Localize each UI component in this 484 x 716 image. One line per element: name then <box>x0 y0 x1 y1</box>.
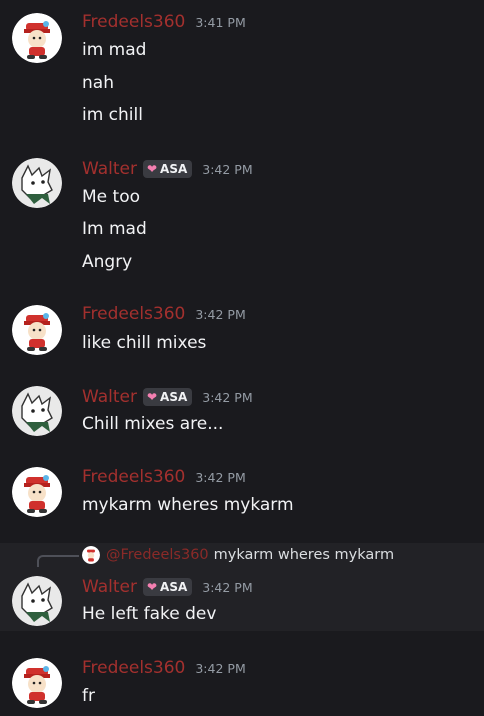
role-tag-label: ASA <box>160 162 188 176</box>
role-tag[interactable]: ❤ ASA <box>142 160 193 178</box>
message-text: im chill <box>82 105 143 125</box>
role-tag[interactable]: ❤ ASA <box>142 388 193 406</box>
username[interactable]: Walter <box>82 387 137 407</box>
role-tag[interactable]: ❤ ASA <box>142 578 193 596</box>
fredeels-avatar-icon[interactable] <box>12 467 62 517</box>
message-text: Chill mixes are... <box>82 414 224 434</box>
role-tag-label: ASA <box>160 580 188 594</box>
pink-heart-icon: ❤ <box>146 162 158 176</box>
message-text: Angry <box>82 252 133 272</box>
timestamp[interactable]: 3:42 PM <box>195 470 245 485</box>
username[interactable]: Walter <box>82 159 137 179</box>
message-text: im mad <box>82 40 147 60</box>
username[interactable]: Fredeels360 <box>82 12 185 32</box>
pink-heart-icon: ❤ <box>146 390 158 404</box>
message-text: He left fake dev <box>82 604 217 624</box>
pink-heart-icon: ❤ <box>146 580 158 594</box>
walter-avatar-icon[interactable] <box>12 158 62 208</box>
role-tag-label: ASA <box>160 390 188 404</box>
walter-avatar-icon[interactable] <box>12 386 62 436</box>
reply-preview[interactable]: @Fredeels360 mykarm wheres mykarm <box>82 546 394 564</box>
message-text: Me too <box>82 187 140 207</box>
username[interactable]: Fredeels360 <box>82 658 185 678</box>
message-text: Im mad <box>82 219 147 239</box>
reply-connector <box>37 555 79 567</box>
reply-text[interactable]: mykarm wheres mykarm <box>214 547 394 563</box>
timestamp[interactable]: 3:42 PM <box>202 162 252 177</box>
message-text: mykarm wheres mykarm <box>82 495 294 515</box>
walter-avatar-icon[interactable] <box>12 576 62 626</box>
timestamp[interactable]: 3:42 PM <box>202 580 252 595</box>
username[interactable]: Fredeels360 <box>82 304 185 324</box>
reply-mention[interactable]: @Fredeels360 <box>106 547 209 563</box>
message-text: nah <box>82 73 114 93</box>
username[interactable]: Fredeels360 <box>82 467 185 487</box>
fredeels-avatar-icon[interactable] <box>12 305 62 355</box>
fredeels-avatar-icon[interactable] <box>12 13 62 63</box>
message-text: fr <box>82 686 95 706</box>
message-text: like chill mixes <box>82 333 207 353</box>
timestamp[interactable]: 3:42 PM <box>202 390 252 405</box>
fredeels-avatar-icon[interactable] <box>12 658 62 708</box>
fredeels-avatar-icon <box>82 546 100 564</box>
timestamp[interactable]: 3:42 PM <box>195 307 245 322</box>
timestamp[interactable]: 3:42 PM <box>195 661 245 676</box>
timestamp[interactable]: 3:41 PM <box>195 15 245 30</box>
username[interactable]: Walter <box>82 577 137 597</box>
